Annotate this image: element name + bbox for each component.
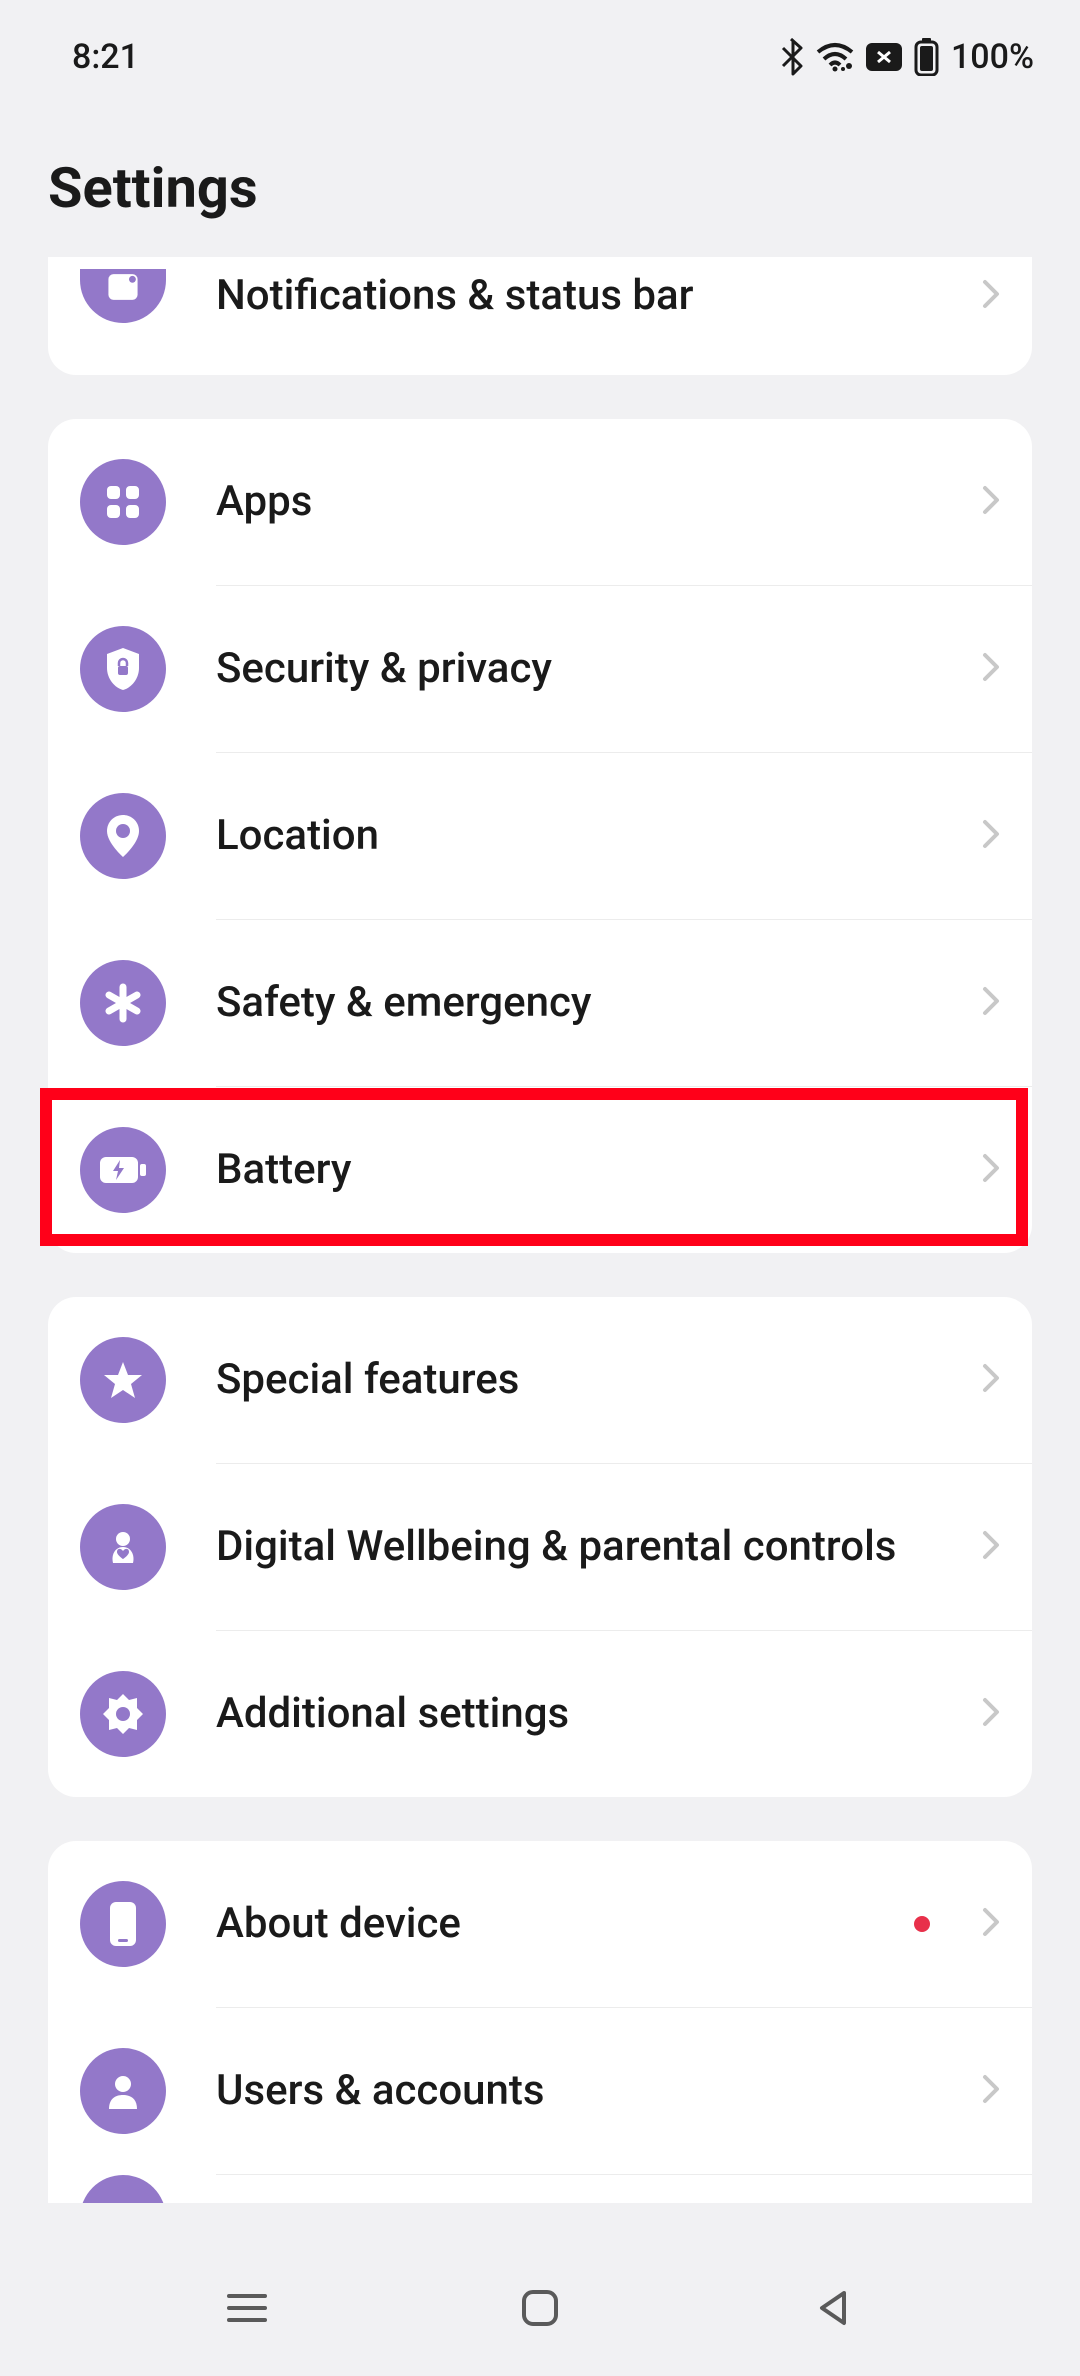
row-location[interactable]: Location	[48, 753, 1032, 919]
row-about[interactable]: About device	[48, 1841, 1032, 2007]
chevron-right-icon	[982, 485, 1000, 519]
row-safety[interactable]: Safety & emergency	[48, 920, 1032, 1086]
apps-icon	[80, 459, 166, 545]
page-title: Settings	[48, 155, 1032, 221]
phone-icon	[80, 1881, 166, 1967]
chevron-right-icon	[982, 1530, 1000, 1564]
wifi-icon	[816, 42, 854, 72]
header: Settings	[0, 95, 1080, 257]
person-icon	[80, 2048, 166, 2134]
chevron-right-icon	[982, 986, 1000, 1020]
row-label: Battery	[216, 1144, 966, 1197]
row-label: Security & privacy	[216, 643, 966, 696]
chevron-right-icon	[982, 819, 1000, 853]
notifications-icon	[80, 269, 166, 323]
row-label: Notifications & status bar	[216, 270, 966, 323]
asterisk-icon	[80, 960, 166, 1046]
row-label: About device	[216, 1898, 914, 1951]
row-users[interactable]: Users & accounts	[48, 2008, 1032, 2174]
chevron-right-icon	[982, 2074, 1000, 2108]
gear-flower-icon	[80, 1671, 166, 1757]
row-label: Safety & emergency	[216, 977, 966, 1030]
battery-percent: 100%	[951, 37, 1034, 77]
row-label: Users & accounts	[216, 2065, 966, 2118]
partial-icon	[80, 2175, 166, 2203]
home-button[interactable]	[512, 2280, 568, 2336]
content: Notifications & status bar Apps Security…	[0, 257, 1080, 2203]
back-button[interactable]	[805, 2280, 861, 2336]
row-label: Special features	[216, 1354, 966, 1407]
settings-group: About device Users & accounts	[48, 1841, 1032, 2203]
status-right: 100%	[780, 37, 1034, 77]
row-apps[interactable]: Apps	[48, 419, 1032, 585]
bluetooth-icon	[780, 38, 804, 76]
battery-icon	[914, 38, 939, 76]
chevron-right-icon	[982, 1697, 1000, 1731]
row-label: Location	[216, 810, 966, 863]
row-additional[interactable]: Additional settings	[48, 1631, 1032, 1797]
chevron-right-icon	[982, 1363, 1000, 1397]
row-notifications[interactable]: Notifications & status bar	[48, 257, 1032, 375]
heart-person-icon	[80, 1504, 166, 1590]
row-google[interactable]	[48, 2175, 1032, 2203]
star-icon	[80, 1337, 166, 1423]
battery-bolt-icon	[80, 1127, 166, 1213]
row-label: Additional settings	[216, 1688, 966, 1741]
settings-group: Special features Digital Wellbeing & par…	[48, 1297, 1032, 1797]
shield-lock-icon	[80, 626, 166, 712]
chevron-right-icon	[982, 652, 1000, 686]
row-security[interactable]: Security & privacy	[48, 586, 1032, 752]
row-battery[interactable]: Battery	[48, 1087, 1032, 1253]
nav-bar	[0, 2240, 1080, 2376]
chevron-right-icon	[982, 1153, 1000, 1187]
pin-icon	[80, 793, 166, 879]
row-wellbeing[interactable]: Digital Wellbeing & parental controls	[48, 1464, 1032, 1630]
status-time: 8:21	[72, 37, 139, 77]
row-special[interactable]: Special features	[48, 1297, 1032, 1463]
status-bar: 8:21 100%	[0, 0, 1080, 95]
row-label: Apps	[216, 476, 966, 529]
settings-group: Notifications & status bar	[48, 257, 1032, 375]
recents-button[interactable]	[219, 2280, 275, 2336]
chevron-right-icon	[982, 279, 1000, 313]
chevron-right-icon	[982, 1907, 1000, 1941]
row-label: Digital Wellbeing & parental controls	[216, 1521, 966, 1574]
notification-dot	[914, 1916, 930, 1932]
dnd-icon	[866, 43, 902, 71]
settings-group: Apps Security & privacy Location	[48, 419, 1032, 1253]
